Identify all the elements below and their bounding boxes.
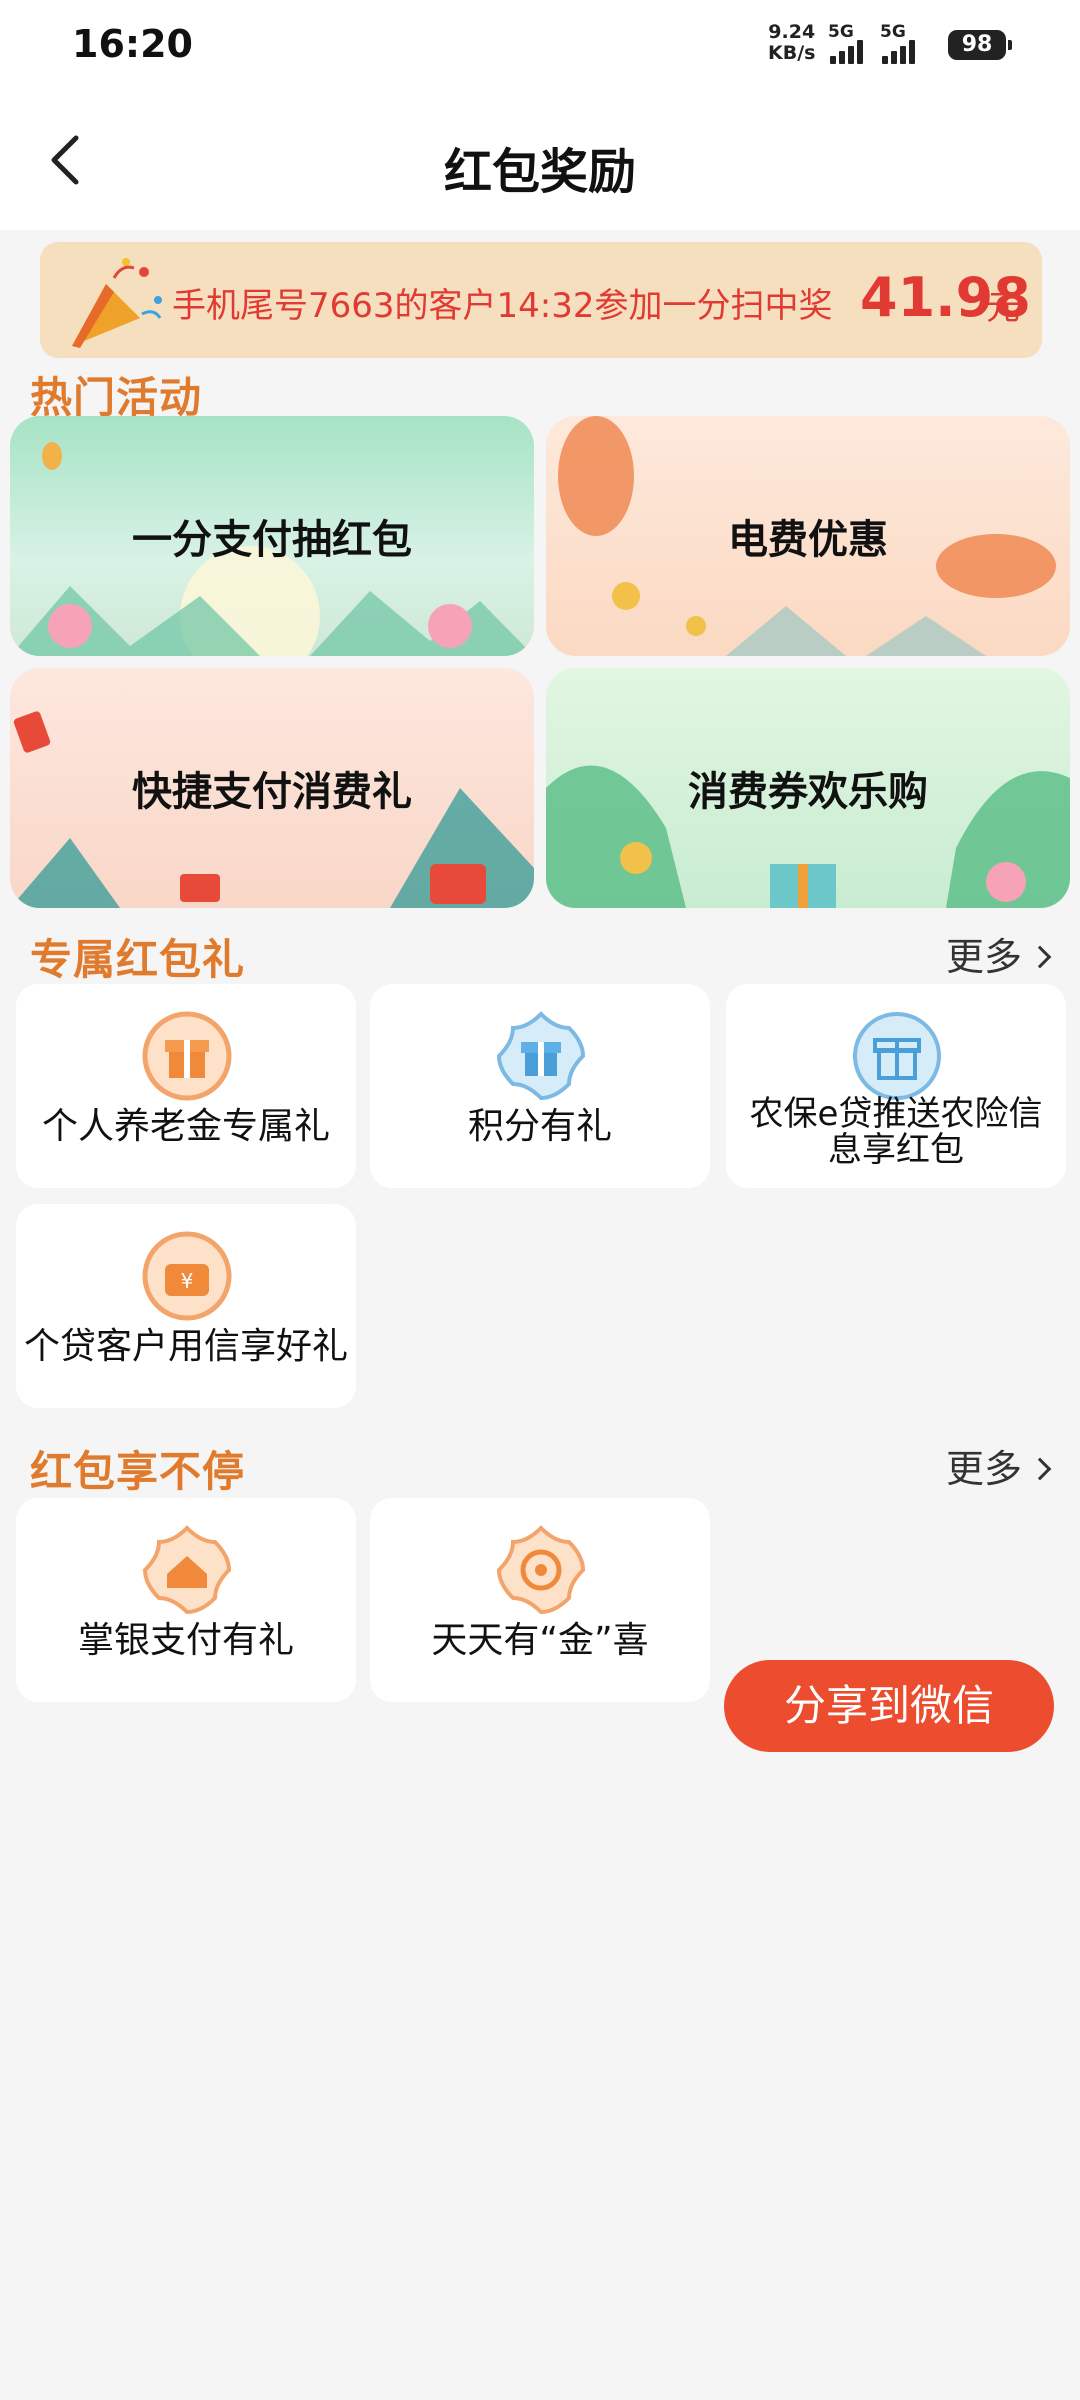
gift-label: 农保e贷推送农险信 息享红包 (726, 1096, 1066, 1168)
status-bar: 16:20 9.24 KB/s 5G 5G 98 (0, 0, 1080, 90)
activity-card-penny-lottery[interactable]: 一分支付抽红包 (10, 416, 534, 656)
section-title-exclusive-gifts: 专属红包礼 (30, 935, 246, 984)
activity-label: 电费优惠 (728, 517, 888, 563)
activity-label: 快捷支付消费礼 (132, 769, 412, 815)
chevron-right-icon (1028, 945, 1052, 968)
sim1-label: 5G (828, 22, 854, 42)
gift-blue-icon (496, 1011, 586, 1101)
gift-label-line2: 息享红包 (828, 1130, 964, 1170)
gift-card-pension-exclusive[interactable]: 个人养老金专属礼 (16, 984, 356, 1188)
nav-bar: 红包奖励 (0, 90, 1080, 230)
yuan-wallet-icon: ¥ (142, 1231, 232, 1321)
status-time: 16:20 (72, 22, 193, 66)
nonstop-more-link[interactable]: 更多 (945, 1438, 1052, 1493)
gift-card-personal-loan[interactable]: ¥ 个贷客户用信享好礼 (16, 1204, 356, 1408)
more-label: 更多 (945, 1447, 1022, 1491)
gift-label-line1: 农保e贷推送农险信 (749, 1094, 1043, 1134)
battery-icon: 98 (948, 30, 1012, 60)
gift-label: 积分有礼 (467, 1106, 612, 1147)
house-badge-icon (142, 1525, 232, 1615)
sun-badge-icon (496, 1525, 586, 1615)
gift-card-mobile-bank-pay[interactable]: 掌银支付有礼 (16, 1498, 356, 1702)
notice-unit: 元 (986, 288, 1020, 328)
gift-label: 天天有“金”喜 (431, 1620, 649, 1661)
chevron-right-icon (1028, 1457, 1052, 1480)
network-speed: 9.24 KB/s (768, 22, 815, 64)
page-title: 红包奖励 (443, 144, 636, 200)
gift-label: 个贷客户用信享好礼 (23, 1326, 348, 1367)
activity-card-quick-pay-gift[interactable]: 快捷支付消费礼 (10, 668, 534, 908)
gift-blue-icon (853, 1012, 941, 1100)
gift-orange-icon (142, 1011, 232, 1101)
network-speed-unit: KB/s (768, 42, 816, 64)
section-title-nonstop: 红包享不停 (30, 1447, 246, 1496)
gift-card-agri-insurance-loan[interactable]: 农保e贷推送农险信 息享红包 (726, 984, 1066, 1188)
gift-card-daily-gold[interactable]: 天天有“金”喜 (370, 1498, 710, 1702)
exclusive-more-link[interactable]: 更多 (945, 926, 1052, 981)
svg-text:¥: ¥ (181, 1269, 194, 1293)
activity-card-coupon-shopping[interactable]: 消费券欢乐购 (546, 668, 1070, 908)
activity-card-electricity-discount[interactable]: 电费优惠 (546, 416, 1070, 656)
gift-label: 个人养老金专属礼 (41, 1106, 330, 1147)
share-to-wechat-button[interactable]: 分享到微信 (724, 1660, 1054, 1752)
party-popper-icon (72, 258, 162, 348)
notice-message: 手机尾号7663的客户14:32参加一分扫中奖 (172, 286, 833, 326)
more-label: 更多 (945, 935, 1022, 979)
gift-label: 掌银支付有礼 (77, 1620, 294, 1661)
sim2-label: 5G (880, 22, 906, 42)
network-speed-value: 9.24 (768, 21, 816, 43)
activity-label: 一分支付抽红包 (132, 517, 412, 563)
gift-card-points[interactable]: 积分有礼 (370, 984, 710, 1188)
activity-label: 消费券欢乐购 (688, 769, 928, 815)
winner-notice-banner[interactable]: 手机尾号7663的客户14:32参加一分扫中奖 41.98 元 (40, 242, 1042, 358)
